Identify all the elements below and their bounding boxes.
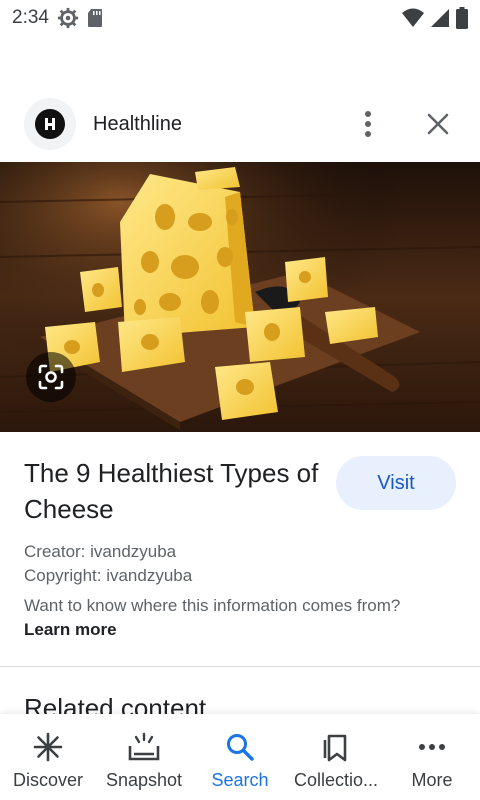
more-horizontal-icon	[415, 730, 449, 764]
nav-item-snapshot[interactable]: Snapshot	[96, 714, 192, 800]
nav-label: Discover	[12, 770, 83, 790]
creator-text: Creator: ivandzyuba	[24, 542, 177, 561]
bottom-nav: Discover Snapshot Search Collectio... Mo…	[0, 714, 480, 800]
cheese-photo[interactable]	[0, 162, 480, 432]
learn-more-link[interactable]: Learn more	[24, 618, 117, 642]
status-left: 2:34	[12, 7, 103, 29]
result-title: The 9 Healthiest Types of Cheese	[24, 458, 319, 524]
nav-label: Snapshot	[105, 770, 183, 790]
close-icon[interactable]	[420, 106, 456, 142]
collections-bookmark-icon	[319, 730, 353, 764]
nav-item-collections[interactable]: Collectio...	[288, 714, 384, 800]
visit-button[interactable]: Visit	[336, 456, 456, 510]
google-lens-icon[interactable]	[26, 352, 76, 402]
snapshot-icon	[127, 730, 161, 764]
site-name[interactable]: Healthline	[93, 113, 182, 136]
settings-gear-icon	[57, 7, 79, 29]
status-bar: 2:34	[0, 0, 480, 36]
nav-item-more[interactable]: More	[384, 714, 480, 800]
asterisk-icon	[31, 730, 65, 764]
nav-item-discover[interactable]: Discover	[0, 714, 96, 800]
nav-label: Search	[211, 770, 269, 790]
healthline-logo-icon[interactable]	[24, 98, 76, 150]
status-time: 2:34	[12, 7, 49, 28]
result-header: Healthline	[0, 96, 480, 152]
wifi-icon	[402, 8, 424, 28]
nav-label: More	[411, 770, 453, 790]
nav-item-search[interactable]: Search	[192, 714, 288, 800]
status-right	[402, 7, 468, 29]
image-credits: Creator: ivandzyuba Copyright: ivandzyub…	[24, 540, 192, 588]
header-actions	[350, 106, 456, 142]
more-vertical-icon[interactable]	[350, 106, 386, 142]
nav-label: Collectio...	[293, 770, 379, 790]
cell-signal-icon	[430, 8, 450, 28]
sd-card-icon	[87, 8, 103, 28]
divider	[0, 666, 480, 667]
copyright-text: Copyright: ivandzyuba	[24, 566, 193, 585]
search-icon	[223, 730, 257, 764]
info-text: Want to know where this information come…	[24, 596, 401, 615]
battery-icon	[456, 7, 468, 29]
